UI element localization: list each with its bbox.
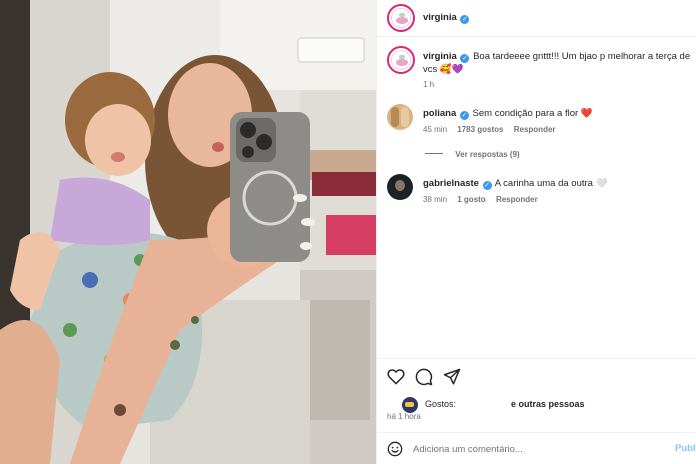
comment-poliana: poliana ✓ Sem condição para a flor ❤️ [423,107,691,120]
post-time: há 1 hora [387,412,421,421]
verified-badge-icon: ✓ [459,111,469,120]
verified-badge-icon: ✓ [482,181,492,190]
caption-time: 1 h [423,80,435,89]
comment-likes[interactable]: 1 gosto [457,195,485,204]
likes-label: Gostos: [425,399,457,409]
smiley-icon[interactable] [387,441,403,457]
heart-icon[interactable] [387,368,405,385]
verified-badge-icon: ✓ [460,54,470,63]
actions-divider [377,358,696,359]
post-author-avatar[interactable] [387,4,415,32]
comment-time: 45 min [423,125,448,134]
comment-text: A carinha uma da outra [494,178,593,189]
comment-emoji: 🤍 [595,178,608,189]
likes-others-link[interactable]: e outras pessoas [511,398,585,411]
header-username-row[interactable]: virginia ✓ [423,12,470,24]
commenter-avatar-gabrielnaste[interactable] [387,174,413,200]
comment-box-divider [377,432,696,433]
reply-button[interactable]: Responder [514,125,556,134]
post-photo[interactable] [0,0,376,464]
caption-emoji: 🥰💜 [439,64,464,75]
post-side-panel: virginia ✓ virginia ✓ Boa tardeeee gnttt… [376,0,696,464]
commenter-avatar-poliana[interactable] [387,104,413,130]
caption-username[interactable]: virginia [423,51,457,62]
comment-meta-row: 45 min 1783 gostos Responder [423,125,556,134]
comment-meta-row: 38 min 1 gosto Responder [423,195,538,204]
comment-likes[interactable]: 1783 gostos [457,125,503,134]
reply-button[interactable]: Responder [496,195,538,204]
virginia-avatar-logo-icon [391,8,411,28]
comment-username[interactable]: poliana [423,108,456,119]
caption-text-block: virginia ✓ Boa tardeeee gnttt!!! Um bjao… [423,50,691,76]
caption-avatar[interactable] [387,46,415,74]
comment-text: Sem condição para a flor [472,108,579,119]
comment-username[interactable]: gabrielnaste [423,178,479,189]
comment-input[interactable] [413,441,653,457]
comment-icon[interactable] [415,368,433,386]
comment-emoji: ❤️ [580,108,593,119]
header-divider [377,36,696,37]
header-username[interactable]: virginia [423,12,457,23]
share-icon[interactable] [443,368,461,386]
comment-time: 38 min [423,195,448,204]
verified-badge-icon: ✓ [460,15,470,24]
likes-summary: Gostos: [425,398,456,411]
virginia-avatar-logo-icon [391,50,411,70]
view-replies-label[interactable]: Ver respostas (9) [455,150,519,159]
mirror-selfie-image [0,0,376,464]
publish-button[interactable]: Publi [675,443,696,454]
comment-gabrielnaste: gabrielnaste ✓ A carinha uma da outra 🤍 [423,177,691,190]
view-replies-link[interactable]: Ver respostas (9) [425,150,520,159]
